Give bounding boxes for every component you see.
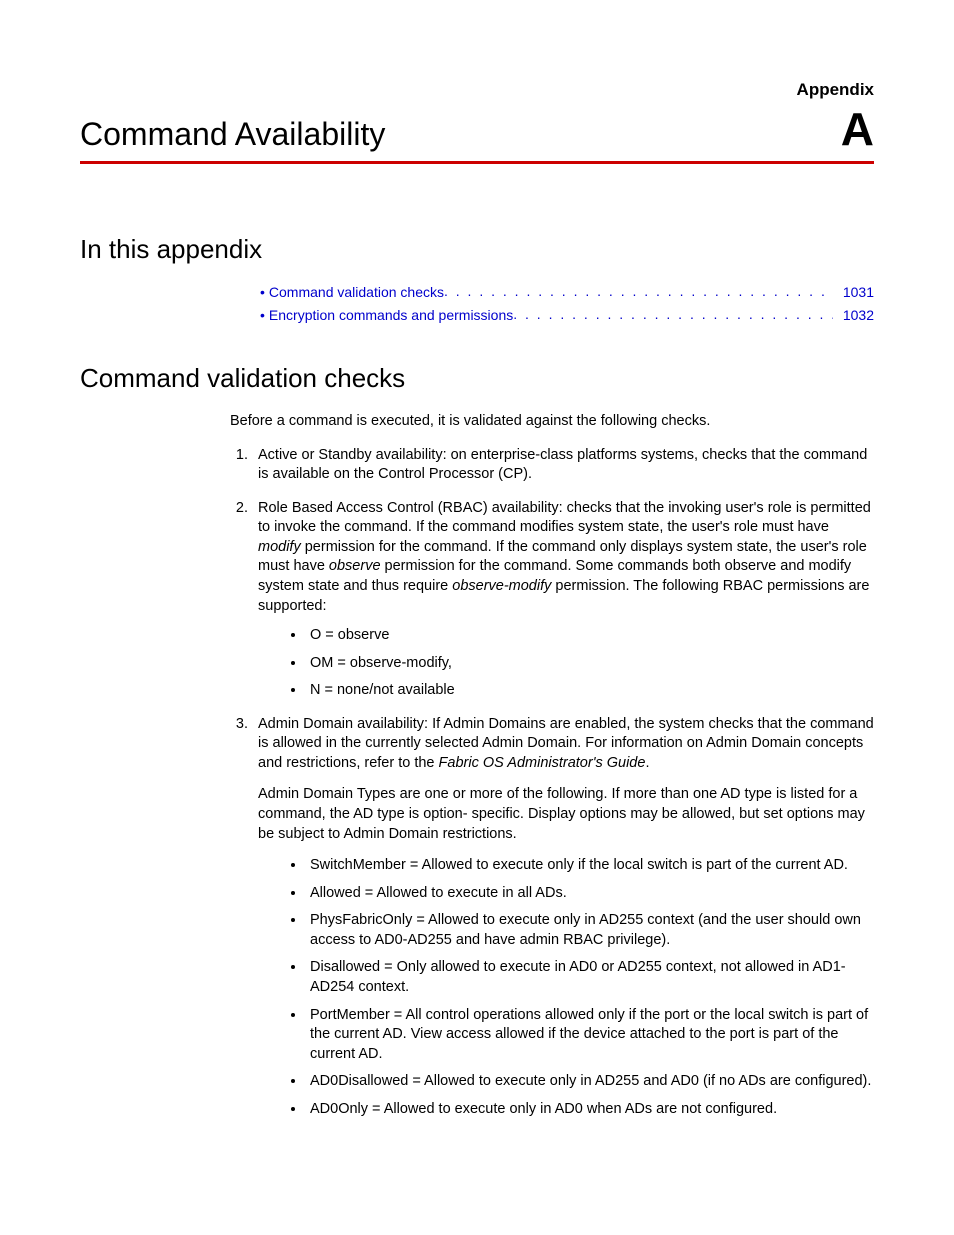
emphasis: Fabric OS Administrator's Guide	[439, 755, 646, 771]
list-item: SwitchMember = Allowed to execute only i…	[306, 856, 874, 876]
rbac-permissions-list: O = observe OM = observe-modify, N = non…	[258, 626, 874, 701]
toc-entry: • Encryption commands and permissions 10…	[260, 306, 874, 323]
checks-list: Active or Standby availability: on enter…	[230, 446, 874, 1120]
list-item: AD0Only = Allowed to execute only in AD0…	[306, 1100, 874, 1120]
emphasis: modify	[258, 539, 301, 555]
list-item: PhysFabricOnly = Allowed to execute only…	[306, 911, 874, 950]
toc-page-number[interactable]: 1032	[837, 307, 874, 323]
list-item: N = none/not available	[306, 681, 874, 701]
toc-leader	[444, 283, 833, 297]
emphasis: observe-modify	[452, 578, 551, 594]
list-item: PortMember = All control operations allo…	[306, 1006, 874, 1065]
item2-text: Role Based Access Control (RBAC) availab…	[258, 500, 871, 614]
item3-p1: Admin Domain availability: If Admin Doma…	[258, 715, 874, 774]
section-body: Before a command is executed, it is vali…	[230, 412, 874, 1119]
list-item: Disallowed = Only allowed to execute in …	[306, 958, 874, 997]
list-item: AD0Disallowed = Allowed to execute only …	[306, 1072, 874, 1092]
list-item: Role Based Access Control (RBAC) availab…	[252, 499, 874, 701]
bullet-icon: •	[260, 284, 265, 300]
appendix-letter: A	[841, 106, 874, 152]
list-item: Active or Standby availability: on enter…	[252, 446, 874, 485]
bullet-icon: •	[260, 307, 265, 323]
toc-page-number[interactable]: 1031	[837, 284, 874, 300]
emphasis: observe	[329, 558, 381, 574]
list-item: OM = observe-modify,	[306, 654, 874, 674]
intro-text: Before a command is executed, it is vali…	[230, 412, 874, 432]
toc-link-encryption[interactable]: Encryption commands and permissions	[269, 307, 513, 323]
appendix-label: Appendix	[80, 80, 874, 100]
toc-leader	[513, 306, 833, 320]
toc-entry: • Command validation checks 1031	[260, 283, 874, 300]
list-item: Allowed = Allowed to execute in all ADs.	[306, 884, 874, 904]
list-item: O = observe	[306, 626, 874, 646]
toc-link-validation[interactable]: Command validation checks	[269, 284, 444, 300]
text-fragment: .	[645, 755, 649, 771]
section-heading-validation: Command validation checks	[80, 363, 874, 394]
list-item: Admin Domain availability: If Admin Doma…	[252, 715, 874, 1120]
item1-text: Active or Standby availability: on enter…	[258, 447, 867, 483]
title-row: Command Availability A	[80, 106, 874, 164]
page-title: Command Availability	[80, 116, 385, 153]
text-fragment: Role Based Access Control (RBAC) availab…	[258, 500, 871, 536]
toc-list: • Command validation checks 1031 • Encry…	[260, 283, 874, 323]
item3-p2: Admin Domain Types are one or more of th…	[258, 785, 874, 844]
toc-heading: In this appendix	[80, 234, 874, 265]
ad-types-list: SwitchMember = Allowed to execute only i…	[258, 856, 874, 1119]
